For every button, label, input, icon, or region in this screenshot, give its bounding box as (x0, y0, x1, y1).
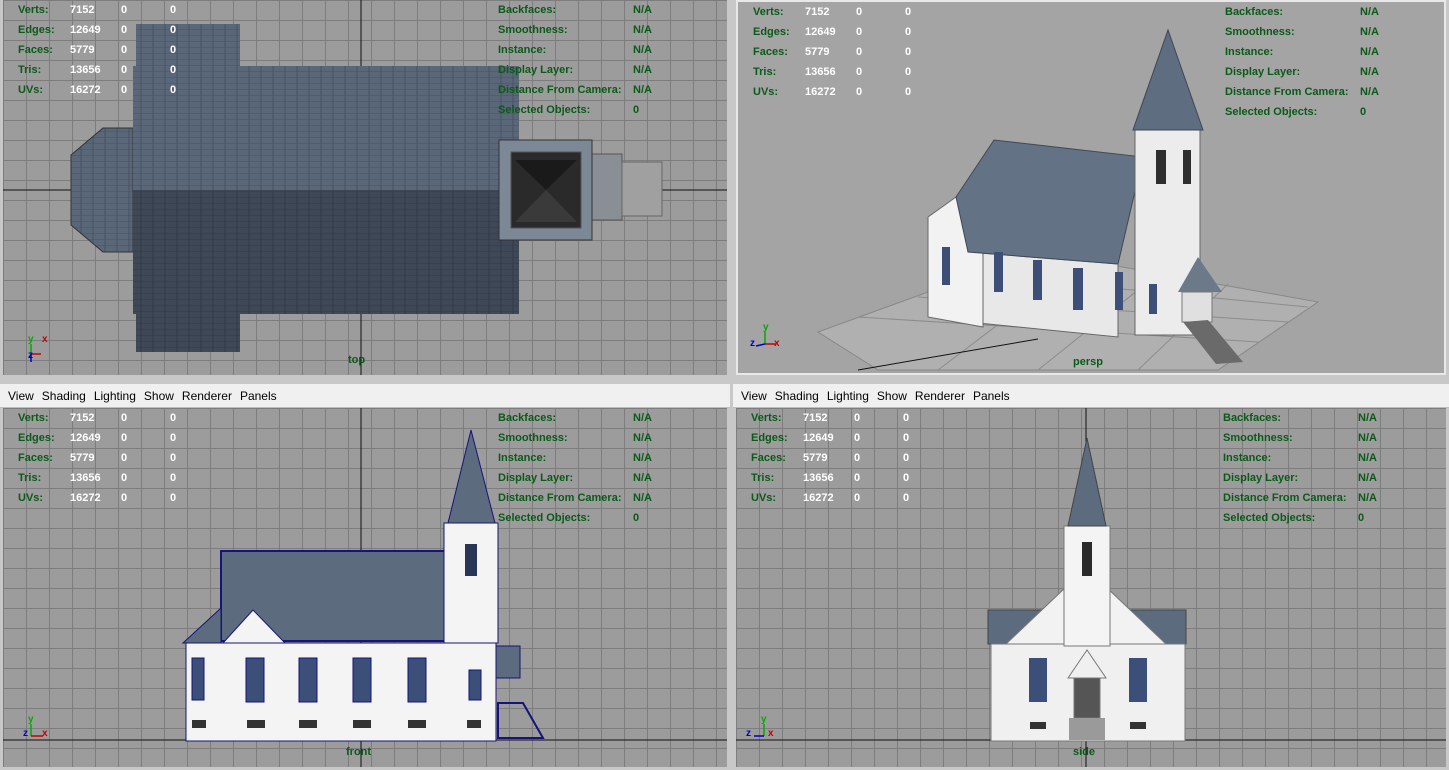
menu-show[interactable]: Show (877, 389, 907, 403)
camera-label-top: top (348, 354, 366, 366)
menu-panels[interactable]: Panels (973, 389, 1010, 403)
panel-menubar: View Shading Lighting Show Renderer Pane… (0, 384, 730, 408)
axis-gizmo: y z x (746, 714, 774, 739)
viewport-front[interactable]: View Shading Lighting Show Renderer Pane… (0, 384, 730, 770)
hud-poly-stats: Verts: 7152 0 0 Edges: 12649 0 0 Faces: 5779 0 0 … (18, 4, 177, 96)
viewport-side[interactable]: View Shading Lighting Show Renderer Pane… (733, 384, 1449, 770)
menu-shading[interactable]: Shading (775, 389, 819, 403)
camera-label-side: side (1073, 746, 1096, 758)
hud-object-info: Backfaces: N/A Smoothness: N/A Instance: N/… (1225, 6, 1379, 118)
hud-poly-stats: Verts: 7152 0 0 Edges: 12649 0 0 Faces: 5779 0 0 … (18, 412, 177, 504)
menu-renderer[interactable]: Renderer (915, 389, 965, 403)
menu-shading[interactable]: Shading (42, 389, 86, 403)
hud-poly-stats: Verts: 7152 0 0 Edges: 12649 0 0 Faces: 5779 0 0 … (753, 6, 912, 98)
viewport-top[interactable]: Verts: 7152 0 0 Edges: 12649 0 0 Faces: 5779 0 0 … (0, 0, 730, 378)
menu-show[interactable]: Show (144, 389, 174, 403)
menu-panels[interactable]: Panels (240, 389, 277, 403)
hud-object-info: Backfaces: N/A Smoothness: N/A Instance: N/… (498, 412, 652, 524)
camera-label-persp: persp (1073, 356, 1103, 368)
menu-view[interactable]: View (8, 389, 34, 403)
menu-lighting[interactable]: Lighting (827, 389, 869, 403)
menu-view[interactable]: View (741, 389, 767, 403)
menu-lighting[interactable]: Lighting (94, 389, 136, 403)
hud-object-info: Backfaces: N/A Smoothness: N/A Instance: N/… (1223, 412, 1377, 524)
menu-renderer[interactable]: Renderer (182, 389, 232, 403)
panel-menubar: View Shading Lighting Show Renderer Pane… (733, 384, 1449, 408)
hud-object-info: Backfaces: N/A Smoothness: N/A Instance: N/… (498, 4, 652, 116)
viewport-persp[interactable]: Verts: 7152 0 0 Edges: 12649 0 0 Faces: 5779 0 0 … (733, 0, 1449, 378)
axis-gizmo: y x z (23, 714, 48, 739)
axis-gizmo: y x z (28, 334, 48, 362)
camera-label-front: front (346, 746, 372, 758)
hud-poly-stats: Verts: 7152 0 0 Edges: 12649 0 0 Faces: 5779 0 0 … (751, 412, 910, 504)
axis-gizmo: y x z (750, 322, 780, 349)
